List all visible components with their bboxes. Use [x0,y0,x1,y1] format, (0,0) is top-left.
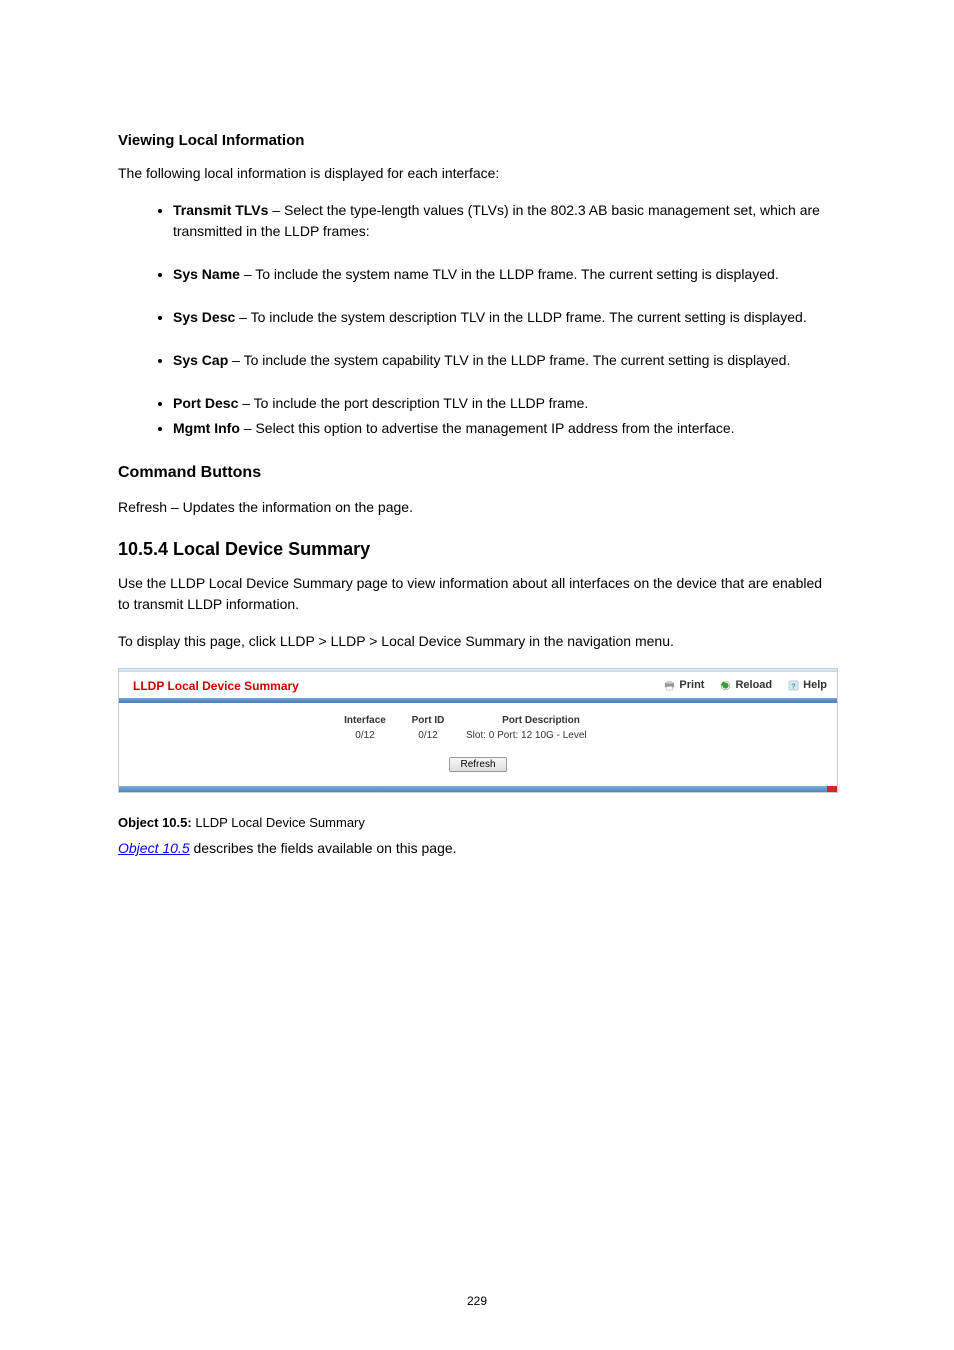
desc-transmit-tlvs: – Select the type-length values (TLVs) i… [173,202,820,239]
figure-bottom-bar [119,786,837,792]
caption-text: LLDP Local Device Summary [195,815,365,830]
bullet-sys-desc: Sys Desc – To include the system descrip… [173,307,836,328]
section-nav: To display this page, click LLDP > LLDP … [118,631,836,652]
print-label: Print [679,677,704,694]
viewing-intro: The following local information is displ… [118,163,836,184]
figure-actions: Print Reload ? Help [664,677,827,694]
bullet-transmit-tlvs: Transmit TLVs – Select the type-length v… [173,200,836,242]
col-interface-header: Interface [340,713,390,728]
table-header-row: Interface Port ID Port Description [340,713,616,728]
help-icon: ? [788,680,799,691]
reload-button[interactable]: Reload [720,677,772,694]
term-port-desc: Port Desc [173,395,238,411]
figure-lldp-summary: LLDP Local Device Summary Print Reload [118,668,838,793]
reload-icon [720,680,731,691]
figure-table: Interface Port ID Port Description 0/12 … [340,713,616,743]
col-portid-header: Port ID [408,713,448,728]
figure-caption: Object 10.5: LLDP Local Device Summary [118,813,836,833]
caption-label: Object 10.5: [118,815,192,830]
bullet-sys-name: Sys Name – To include the system name TL… [173,264,836,285]
term-sys-cap: Sys Cap [173,352,228,368]
help-label: Help [803,677,827,694]
term-transmit-tlvs: Transmit TLVs [173,202,268,218]
desc-port-desc: – To include the port description TLV in… [238,395,588,411]
details-paragraph: Object 10.5 describes the fields availab… [118,838,836,859]
print-button[interactable]: Print [664,677,704,694]
term-mgmt-info: Mgmt Info [173,420,240,436]
term-sys-name: Sys Name [173,266,240,282]
section-number: 10.5.4 Local Device Summary [118,536,836,563]
desc-sys-name: – To include the system name TLV in the … [240,266,779,282]
cell-portid: 0/12 [408,728,448,743]
details-text: describes the fields available on this p… [190,840,457,856]
reload-label: Reload [735,677,772,694]
cell-desc: Slot: 0 Port: 12 10G - Level [466,728,616,743]
object-link[interactable]: Object 10.5 [118,840,190,856]
desc-sys-desc: – To include the system description TLV … [235,309,806,325]
print-icon [664,680,675,691]
desc-sys-cap: – To include the system capability TLV i… [228,352,790,368]
desc-mgmt-info: – Select this option to advertise the ma… [240,420,735,436]
cell-interface: 0/12 [340,728,390,743]
term-sys-desc: Sys Desc [173,309,235,325]
figure-title: LLDP Local Device Summary [133,677,664,695]
cmd-buttons-heading: Command Buttons [118,461,836,485]
cmd-buttons-text: Refresh – Updates the information on the… [118,497,836,518]
figure-header: LLDP Local Device Summary Print Reload [119,672,837,698]
help-button[interactable]: ? Help [788,677,827,694]
bullet-mgmt-info: Mgmt Info – Select this option to advert… [173,418,836,439]
table-row: 0/12 0/12 Slot: 0 Port: 12 10G - Level [340,728,616,743]
refresh-button[interactable]: Refresh [449,757,506,772]
viewing-heading: Viewing Local Information [118,130,836,153]
page-number: 229 [0,1292,954,1310]
figure-body: Interface Port ID Port Description 0/12 … [119,703,837,786]
svg-text:?: ? [791,681,796,690]
bullet-sys-cap: Sys Cap – To include the system capabili… [173,350,836,371]
bullet-port-desc: Port Desc – To include the port descript… [173,393,836,414]
section-intro: Use the LLDP Local Device Summary page t… [118,573,836,615]
col-desc-header: Port Description [466,713,616,728]
tlv-bullet-list: Transmit TLVs – Select the type-length v… [173,200,836,439]
